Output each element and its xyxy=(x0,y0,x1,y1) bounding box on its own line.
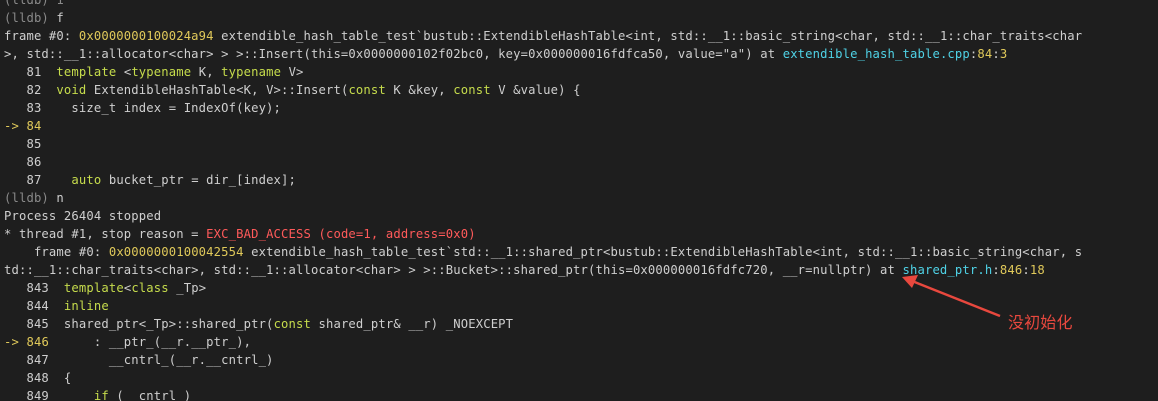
text-segment: shared_ptr& __r) _NOEXCEPT xyxy=(311,317,514,331)
text-segment: 83 size_t index = IndexOf(key); xyxy=(4,101,282,115)
text-segment: bucket_ptr = dir_[index]; xyxy=(101,173,297,187)
text-segment: 82 xyxy=(4,83,57,97)
text-segment: frame #0: xyxy=(4,29,79,43)
thread-line: * thread #1, stop reason = EXC_BAD_ACCES… xyxy=(4,225,1158,243)
text-segment: const xyxy=(273,317,311,331)
src-844: 844 inline xyxy=(4,297,1158,315)
src-84: -> 84 xyxy=(4,117,1158,135)
src-82: 82 void ExtendibleHashTable<K, V>::Inser… xyxy=(4,81,1158,99)
text-segment: typename xyxy=(131,65,192,79)
src-846: -> 846 : __ptr_(__r.__ptr_), xyxy=(4,333,1158,351)
annotation-note: 没初始化 xyxy=(1008,313,1073,332)
text-segment: 843 xyxy=(4,281,64,295)
text-segment: typename xyxy=(221,65,282,79)
text-segment: (lldb) xyxy=(4,0,49,7)
frame-line-1-cont: >, std::__1::allocator<char> > >::Insert… xyxy=(4,45,1158,63)
text-segment: 847 __cntrl_(__r.__cntrl_) xyxy=(4,353,274,367)
terminal-output: (lldb) 1 (lldb) f frame #0: 0x000000010002… xyxy=(4,0,1158,401)
src-83: 83 size_t index = IndexOf(key); xyxy=(4,99,1158,117)
text-segment: 1 xyxy=(48,0,64,7)
partial-top-line: (lldb) 1 xyxy=(4,0,1158,9)
text-segment: : __ptr_(__r.__ptr_), xyxy=(48,335,252,349)
text-segment: K &key, xyxy=(385,83,454,97)
process-stopped: Process 26404 stopped xyxy=(4,207,1158,225)
src-847: 847 __cntrl_(__r.__cntrl_) xyxy=(4,351,1158,369)
text-segment: : xyxy=(1022,263,1030,277)
src-843: 843 template<class _Tp> xyxy=(4,279,1158,297)
text-segment: 81 xyxy=(4,65,57,79)
text-segment: 846 xyxy=(26,335,49,349)
text-segment: 84 xyxy=(977,47,993,61)
text-segment: extendible_hash_table_test`bustub::Exten… xyxy=(213,29,1083,43)
src-86: 86 xyxy=(4,153,1158,171)
text-segment: auto xyxy=(71,173,102,187)
text-segment: 86 xyxy=(4,155,42,169)
text-segment: 3 xyxy=(999,47,1008,61)
text-segment: (lldb) xyxy=(4,11,49,25)
text-segment: : xyxy=(992,263,1000,277)
src-848: 848 { xyxy=(4,369,1158,387)
text-segment: ExtendibleHashTable<K, V>::Insert( xyxy=(86,83,349,97)
text-segment: template xyxy=(63,281,124,295)
text-segment: -> xyxy=(4,119,27,133)
text-segment: Process 26404 stopped xyxy=(4,209,162,223)
text-segment: 87 xyxy=(4,173,72,187)
src-845: 845 shared_ptr<_Tp>::shared_ptr(const sh… xyxy=(4,315,1158,333)
text-segment: 84 xyxy=(26,119,42,133)
text-segment: _Tp> xyxy=(168,281,207,295)
text-segment: 844 xyxy=(4,299,64,313)
frame-line-2-cont: td::__1::char_traits<char>, std::__1::al… xyxy=(4,261,1158,279)
frame-line-1: frame #0: 0x0000000100024a94 extendible_… xyxy=(4,27,1158,45)
text-segment: n xyxy=(48,191,64,205)
text-segment: extendible_hash_table_test`std::__1::sha… xyxy=(243,245,1083,259)
text-segment: shared_ptr.h xyxy=(902,263,993,277)
text-segment: (__cntrl_) xyxy=(108,389,192,401)
text-segment: extendible_hash_table.cpp xyxy=(782,47,970,61)
text-segment: const xyxy=(348,83,386,97)
lldb-terminal[interactable]: (lldb) 1 (lldb) f frame #0: 0x000000010002… xyxy=(0,0,1158,401)
text-segment: >, std::__1::allocator<char> > >::Insert… xyxy=(4,47,783,61)
text-segment: 846 xyxy=(999,263,1023,277)
text-segment: td::__1::char_traits<char>, std::__1::al… xyxy=(4,263,903,277)
lldb-prompt-f: (lldb) f xyxy=(4,9,1158,27)
text-segment: 0x0000000100024a94 xyxy=(78,29,214,43)
text-segment: template xyxy=(56,65,117,79)
text-segment: < xyxy=(116,65,132,79)
text-segment: 18 xyxy=(1029,263,1045,277)
text-segment: 849 xyxy=(4,389,94,401)
text-segment: 848 { xyxy=(4,371,72,385)
text-segment: if xyxy=(93,389,109,401)
text-segment: const xyxy=(453,83,491,97)
text-segment: class xyxy=(131,281,169,295)
text-segment: K, xyxy=(191,65,222,79)
text-segment: V> xyxy=(281,65,304,79)
text-segment: 845 shared_ptr<_Tp>::shared_ptr( xyxy=(4,317,274,331)
text-segment: -> xyxy=(4,335,27,349)
text-segment: 0x0000000100042554 xyxy=(108,245,244,259)
text-segment: V &value) { xyxy=(490,83,581,97)
src-87: 87 auto bucket_ptr = dir_[index]; xyxy=(4,171,1158,189)
frame-line-2: frame #0: 0x0000000100042554 extendible_… xyxy=(4,243,1158,261)
src-81: 81 template <typename K, typename V> xyxy=(4,63,1158,81)
text-segment: void xyxy=(56,83,87,97)
text-segment: EXC_BAD_ACCESS (code=1, address=0x0) xyxy=(206,227,476,241)
src-849: 849 if (__cntrl_) xyxy=(4,387,1158,401)
text-segment: * thread #1, stop reason = xyxy=(4,227,207,241)
text-segment: 85 xyxy=(4,137,42,151)
text-segment: inline xyxy=(63,299,109,313)
text-segment: f xyxy=(48,11,64,25)
text-segment: : xyxy=(992,47,1000,61)
text-segment: frame #0: xyxy=(4,245,109,259)
lldb-prompt-n: (lldb) n xyxy=(4,189,1158,207)
src-85: 85 xyxy=(4,135,1158,153)
text-segment: (lldb) xyxy=(4,191,49,205)
